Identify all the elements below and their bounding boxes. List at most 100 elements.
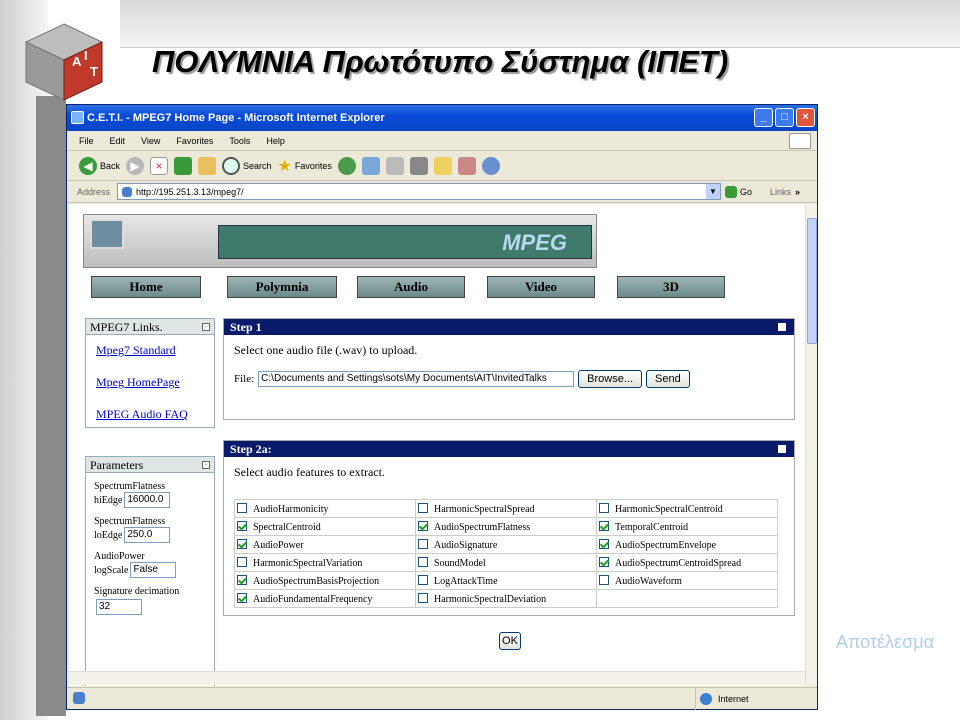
- feature-checkbox[interactable]: [418, 592, 428, 603]
- ok-button[interactable]: OK: [499, 632, 521, 650]
- nav-polymnia[interactable]: Polymnia: [227, 276, 337, 298]
- nav-3d[interactable]: 3D: [617, 276, 725, 298]
- links-label[interactable]: Links: [770, 187, 791, 197]
- nav-audio[interactable]: Audio: [357, 276, 465, 298]
- vertical-scrollbar[interactable]: [805, 204, 817, 686]
- feature-checkbox[interactable]: [237, 538, 247, 549]
- edit-icon[interactable]: [409, 156, 428, 175]
- logscale-input[interactable]: False: [130, 562, 177, 578]
- feature-checkbox[interactable]: [599, 556, 609, 567]
- home-icon[interactable]: [198, 156, 217, 175]
- refresh-icon[interactable]: [174, 156, 193, 175]
- back-button[interactable]: ◀ Back: [79, 154, 120, 178]
- horizontal-scrollbar[interactable]: [69, 671, 805, 685]
- search-label: Search: [243, 160, 272, 171]
- loedge-input[interactable]: 250.0: [124, 527, 171, 543]
- research-icon[interactable]: [457, 156, 476, 175]
- back-arrow-icon: ◀: [79, 156, 97, 175]
- address-field[interactable]: http://195.251.3.13/mpeg7/ ▼: [117, 183, 721, 200]
- address-value: http://195.251.3.13/mpeg7/: [136, 186, 244, 197]
- go-label: Go: [740, 186, 753, 197]
- feature-checkbox[interactable]: [599, 520, 609, 531]
- svg-text:I: I: [84, 48, 88, 63]
- feature-cell: SoundModel: [415, 553, 597, 572]
- go-button[interactable]: Go: [725, 185, 753, 198]
- feature-label: SoundModel: [434, 557, 486, 569]
- loedge-label: loEdge: [94, 529, 123, 541]
- search-button[interactable]: Search: [222, 154, 272, 178]
- feature-checkbox[interactable]: [418, 502, 428, 513]
- table-row: AudioHarmonicity HarmonicSpectralSpread Ha…: [234, 499, 778, 518]
- menu-view[interactable]: View: [141, 131, 160, 150]
- favorites-button[interactable]: ★ Favorites: [278, 154, 332, 178]
- result-link[interactable]: Αποτέλεσμα: [836, 632, 934, 653]
- feature-label: HarmonicSpectralDeviation: [434, 593, 547, 605]
- signature-decimation-input[interactable]: 32: [96, 599, 142, 615]
- messenger-icon[interactable]: [481, 156, 500, 175]
- address-dropdown-icon[interactable]: ▼: [706, 184, 720, 199]
- feature-checkbox[interactable]: [599, 538, 609, 549]
- stop-icon[interactable]: ×: [150, 156, 169, 175]
- feature-checkbox[interactable]: [237, 502, 247, 513]
- history-icon[interactable]: [337, 156, 356, 175]
- svg-text:T: T: [90, 64, 98, 79]
- menu-help[interactable]: Help: [266, 131, 285, 150]
- feature-checkbox[interactable]: [599, 574, 609, 585]
- window-title: C.E.T.I. - MPEG7 Home Page - Microsoft I…: [87, 112, 385, 124]
- forward-button[interactable]: ▶: [126, 156, 145, 175]
- feature-cell: AudioHarmonicity: [234, 499, 416, 518]
- print-icon[interactable]: [385, 156, 404, 175]
- feature-checkbox[interactable]: [599, 502, 609, 513]
- step2-minimize-icon[interactable]: [778, 445, 786, 453]
- nav-home[interactable]: Home: [91, 276, 201, 298]
- step1-minimize-icon[interactable]: [778, 323, 786, 331]
- link-mpeg-audio-faq[interactable]: MPEG Audio FAQ: [96, 407, 214, 431]
- send-button[interactable]: Send: [646, 370, 690, 388]
- parameters-header: Parameters −: [86, 457, 214, 473]
- menu-favorites[interactable]: Favorites: [176, 131, 213, 150]
- panel-minimize-icon[interactable]: −: [202, 323, 210, 331]
- mail-icon[interactable]: [361, 156, 380, 175]
- discuss-icon[interactable]: [433, 156, 452, 175]
- step1-title: Step 1: [230, 320, 262, 334]
- feature-cell: LogAttackTime: [415, 571, 597, 590]
- feature-checkbox[interactable]: [418, 556, 428, 567]
- svg-text:A: A: [72, 54, 82, 69]
- feature-checkbox[interactable]: [237, 592, 247, 603]
- parameters-title: Parameters: [90, 458, 144, 472]
- minimize-button[interactable]: _: [754, 108, 773, 127]
- step2-panel: Step 2a: Select audio features to extrac…: [223, 440, 795, 616]
- step2-header: Step 2a:: [224, 441, 794, 457]
- feature-table: AudioHarmonicity HarmonicSpectralSpread Ha…: [234, 499, 778, 608]
- feature-checkbox[interactable]: [418, 520, 428, 531]
- nav-video[interactable]: Video: [487, 276, 595, 298]
- feature-checkbox[interactable]: [237, 574, 247, 585]
- feature-label: SpectralCentroid: [253, 521, 321, 533]
- feature-checkbox[interactable]: [237, 520, 247, 531]
- feature-checkbox[interactable]: [418, 538, 428, 549]
- menu-edit[interactable]: Edit: [110, 131, 126, 150]
- close-button[interactable]: ×: [796, 108, 815, 127]
- file-input[interactable]: C:\Documents and Settings\sots\My Docume…: [258, 371, 575, 387]
- menu-file[interactable]: File: [79, 131, 94, 150]
- feature-checkbox[interactable]: [237, 556, 247, 567]
- spectrum-flatness-label: SpectrumFlatness: [94, 481, 166, 492]
- file-label: File:: [234, 373, 255, 385]
- link-mpeg7-standard[interactable]: Mpeg7 Standard: [96, 343, 214, 367]
- hiedge-input[interactable]: 16000.0: [124, 492, 171, 508]
- scroll-thumb[interactable]: [807, 218, 817, 344]
- feature-label: HarmonicSpectralVariation: [253, 557, 363, 569]
- mpeg-logo-panel: MPEG: [218, 225, 592, 259]
- slide-title: ΠΟΛΥΜΝΙΑ Πρωτότυπο Σύστημα (ΙΠΕΤ): [152, 44, 729, 79]
- link-mpeg-homepage[interactable]: Mpeg HomePage: [96, 375, 214, 399]
- window-titlebar: C.E.T.I. - MPEG7 Home Page - Microsoft I…: [67, 105, 817, 131]
- links-expand-icon[interactable]: »: [795, 187, 800, 197]
- feature-cell: HarmonicSpectralDeviation: [415, 589, 597, 608]
- menu-tools[interactable]: Tools: [229, 131, 250, 150]
- signature-decimation-label: Signature decimation: [94, 586, 180, 597]
- browse-button[interactable]: Browse...: [578, 370, 643, 388]
- favorites-label: Favorites: [294, 160, 332, 171]
- maximize-button[interactable]: □: [775, 108, 794, 127]
- parameters-minimize-icon[interactable]: −: [202, 461, 210, 469]
- feature-checkbox[interactable]: [418, 574, 428, 585]
